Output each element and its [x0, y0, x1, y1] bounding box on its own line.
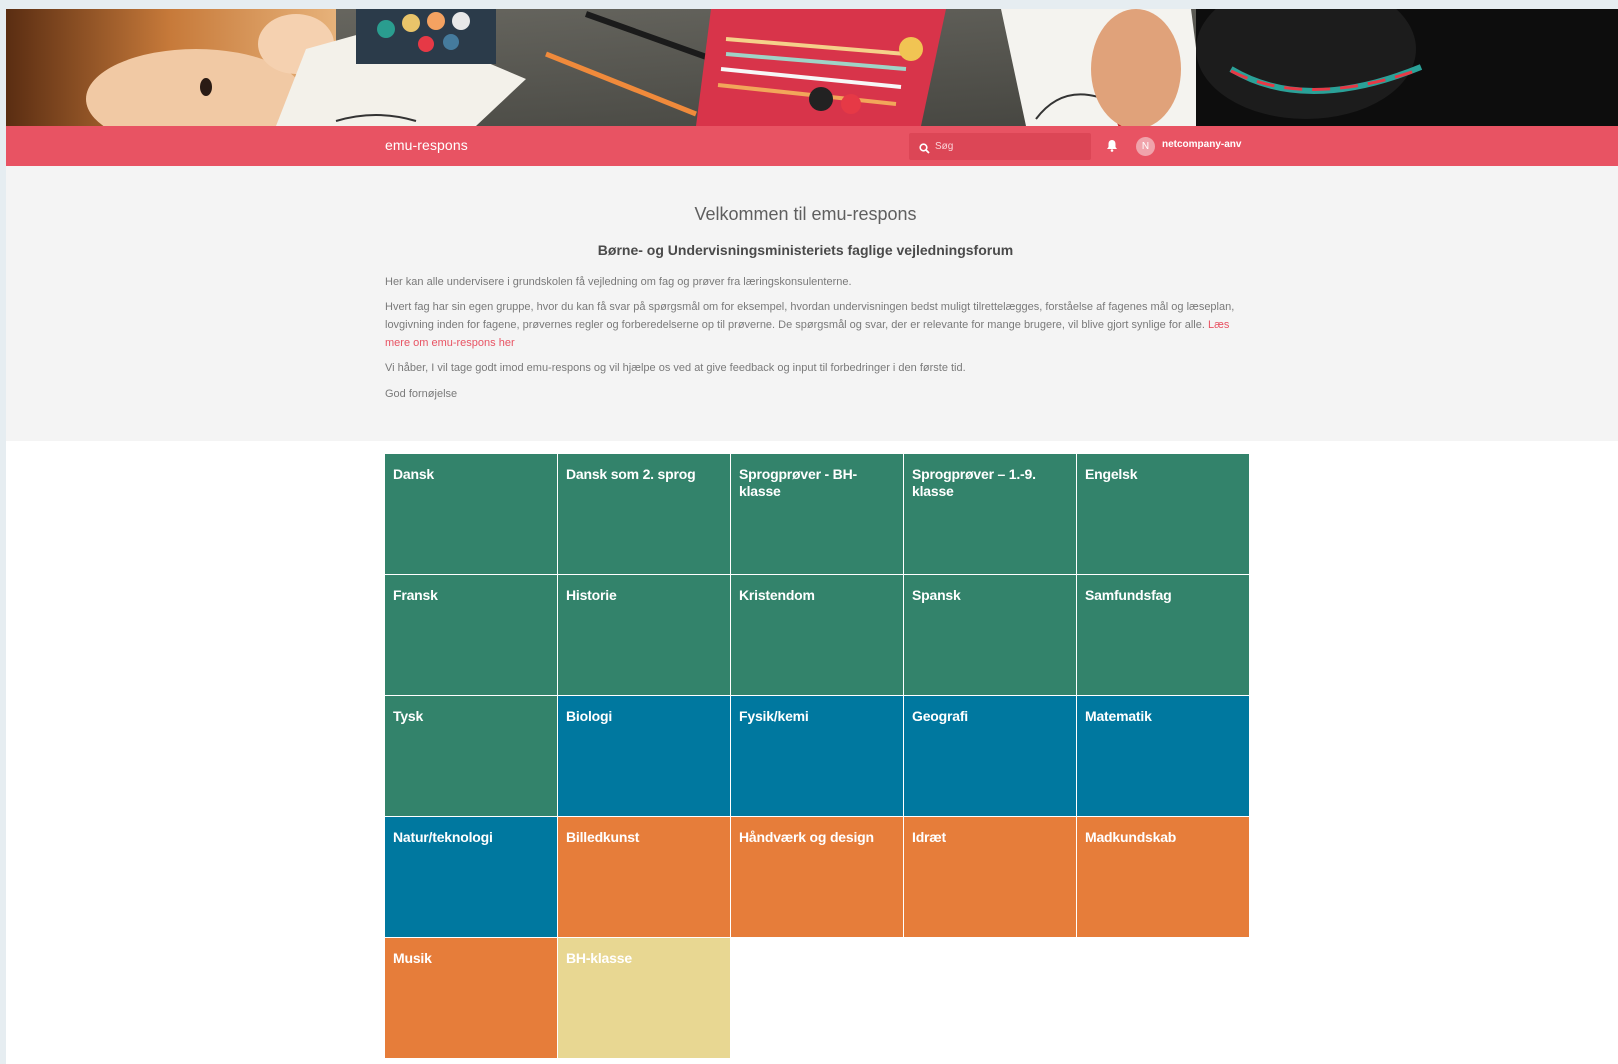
intro-paragraph-1: Her kan alle undervisere i grundskolen f… [385, 276, 852, 288]
notifications-bell-icon[interactable] [1106, 139, 1118, 157]
intro-paragraph-2-text: Hvert fag har sin egen gruppe, hvor du k… [385, 301, 1235, 331]
subject-tile[interactable]: Kristendom [731, 575, 903, 695]
subject-tile[interactable]: Fysik/kemi [731, 696, 903, 816]
intro-paragraph-4: God fornøjelse [385, 388, 458, 400]
subject-tile[interactable]: Natur/teknologi [385, 817, 557, 937]
page-subtitle: Børne- og Undervisningsministeriets fagl… [597, 242, 1014, 258]
subject-tile[interactable]: Dansk [385, 454, 557, 574]
subject-tile[interactable]: Sprogprøver – 1.-9. klasse [904, 454, 1076, 574]
subject-tile[interactable]: Idræt [904, 817, 1076, 937]
subject-tile[interactable]: Dansk som 2. sprog [558, 454, 730, 574]
subject-tile[interactable]: Geografi [904, 696, 1076, 816]
subject-tile[interactable]: Tysk [385, 696, 557, 816]
subject-tile[interactable]: Biologi [558, 696, 730, 816]
page: emu-respons N netcompany-anv Velkommen t… [6, 9, 1618, 1064]
subject-tile[interactable]: Musik [385, 938, 557, 1058]
search-input[interactable] [935, 133, 1085, 160]
subject-tile[interactable]: Fransk [385, 575, 557, 695]
subject-tile[interactable]: Håndværk og design [731, 817, 903, 937]
intro-section: Velkommen til emu-respons Børne- og Unde… [6, 166, 1618, 441]
page-title: Velkommen til emu-respons [694, 204, 917, 224]
subject-tile[interactable]: Sprogprøver - BH-klasse [731, 454, 903, 574]
user-avatar[interactable]: N [1136, 137, 1155, 156]
search-icon [919, 141, 930, 159]
username-link[interactable]: netcompany-anv [1162, 139, 1241, 150]
top-navbar: emu-respons N netcompany-anv [6, 126, 1618, 166]
brand-link[interactable]: emu-respons [385, 137, 468, 153]
subject-tile[interactable]: Spansk [904, 575, 1076, 695]
subject-tile[interactable]: Matematik [1077, 696, 1249, 816]
subject-tile[interactable]: Historie [558, 575, 730, 695]
subject-tile[interactable]: Engelsk [1077, 454, 1249, 574]
subject-tile[interactable]: BH-klasse [558, 938, 730, 1058]
intro-paragraph-3: Vi håber, I vil tage godt imod emu-respo… [385, 362, 966, 374]
subject-tile[interactable]: Samfundsfag [1077, 575, 1249, 695]
intro-paragraph-2: Hvert fag har sin egen gruppe, hvor du k… [385, 298, 1235, 352]
search-box[interactable] [909, 133, 1091, 160]
subject-tile[interactable]: Madkundskab [1077, 817, 1249, 937]
subject-tile[interactable]: Billedkunst [558, 817, 730, 937]
hero-banner-image [6, 9, 1618, 126]
